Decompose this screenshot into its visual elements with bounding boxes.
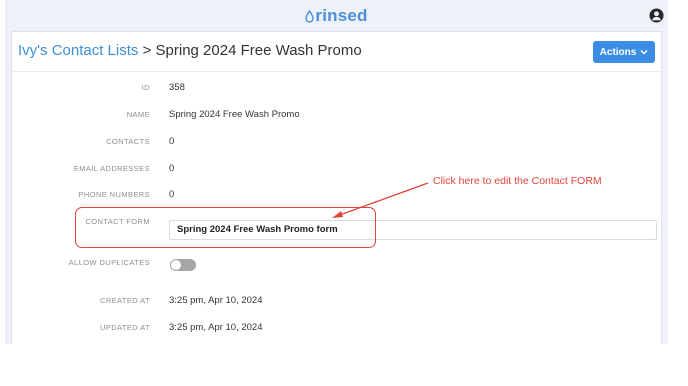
field-row-updated-at: UPDATED AT 3:25 pm, Apr 10, 2024 bbox=[12, 322, 661, 342]
breadcrumb-separator: > bbox=[142, 42, 152, 59]
annotation-highlight-box bbox=[75, 207, 376, 248]
field-value: Spring 2024 Free Wash Promo bbox=[169, 109, 300, 120]
field-label: NAME bbox=[126, 110, 150, 119]
page-title: Spring 2024 Free Wash Promo bbox=[155, 42, 362, 59]
field-value: 358 bbox=[169, 82, 185, 93]
field-label: CREATED AT bbox=[100, 296, 150, 305]
annotation-text: Click here to edit the Contact FORM bbox=[433, 175, 602, 187]
app-window: rinsed Ivy's Contact Lists > Spring 2024… bbox=[5, 0, 668, 344]
actions-button[interactable]: Actions bbox=[593, 41, 655, 63]
breadcrumb-link-contact-lists[interactable]: Ivy's Contact Lists bbox=[18, 42, 138, 59]
actions-button-label: Actions bbox=[599, 46, 637, 58]
top-bar: rinsed bbox=[5, 0, 668, 31]
field-value: 3:25 pm, Apr 10, 2024 bbox=[169, 322, 263, 333]
field-label: UPDATED AT bbox=[100, 323, 150, 332]
field-row-allow-duplicates: ALLOW DUPLICATES bbox=[12, 257, 661, 277]
water-drop-icon bbox=[305, 10, 315, 23]
contact-list-card: Ivy's Contact Lists > Spring 2024 Free W… bbox=[11, 31, 662, 344]
field-label: CONTACTS bbox=[106, 137, 150, 146]
field-row-id: ID 358 bbox=[12, 82, 661, 102]
field-label: ALLOW DUPLICATES bbox=[68, 258, 150, 267]
field-label: EMAIL ADDRESSES bbox=[73, 164, 150, 173]
field-value: 0 bbox=[169, 163, 175, 174]
field-value: 0 bbox=[169, 189, 175, 200]
user-account-icon[interactable] bbox=[649, 8, 664, 23]
field-row-phone-numbers: PHONE NUMBERS 0 bbox=[12, 189, 661, 209]
logo-text: rinsed bbox=[315, 6, 368, 25]
chevron-down-icon bbox=[640, 50, 648, 55]
allow-duplicates-toggle[interactable] bbox=[170, 259, 196, 271]
field-row-created-at: CREATED AT 3:25 pm, Apr 10, 2024 bbox=[12, 295, 661, 315]
field-value: 3:25 pm, Apr 10, 2024 bbox=[169, 295, 263, 306]
card-header: Ivy's Contact Lists > Spring 2024 Free W… bbox=[12, 32, 661, 72]
logo[interactable]: rinsed bbox=[5, 6, 668, 26]
toggle-knob bbox=[171, 260, 181, 270]
field-label: PHONE NUMBERS bbox=[78, 190, 150, 199]
field-label: ID bbox=[141, 83, 150, 92]
field-value: 0 bbox=[169, 136, 175, 147]
field-row-name: NAME Spring 2024 Free Wash Promo bbox=[12, 109, 661, 129]
breadcrumb: Ivy's Contact Lists > Spring 2024 Free W… bbox=[18, 42, 362, 59]
field-row-contacts: CONTACTS 0 bbox=[12, 136, 661, 156]
